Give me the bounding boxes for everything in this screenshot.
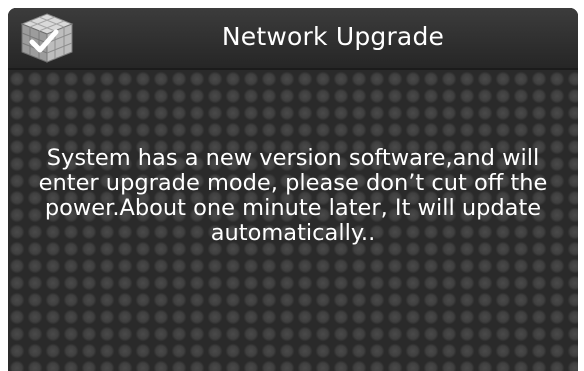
checkmark-cube-icon xyxy=(20,13,74,63)
title-bar: Network Upgrade xyxy=(8,8,578,70)
network-upgrade-dialog: Network Upgrade System has a new version… xyxy=(8,8,578,371)
dialog-title: Network Upgrade xyxy=(221,22,445,51)
dialog-body: System has a new version software,and wi… xyxy=(8,70,578,371)
upgrade-message: System has a new version software,and wi… xyxy=(38,145,548,246)
